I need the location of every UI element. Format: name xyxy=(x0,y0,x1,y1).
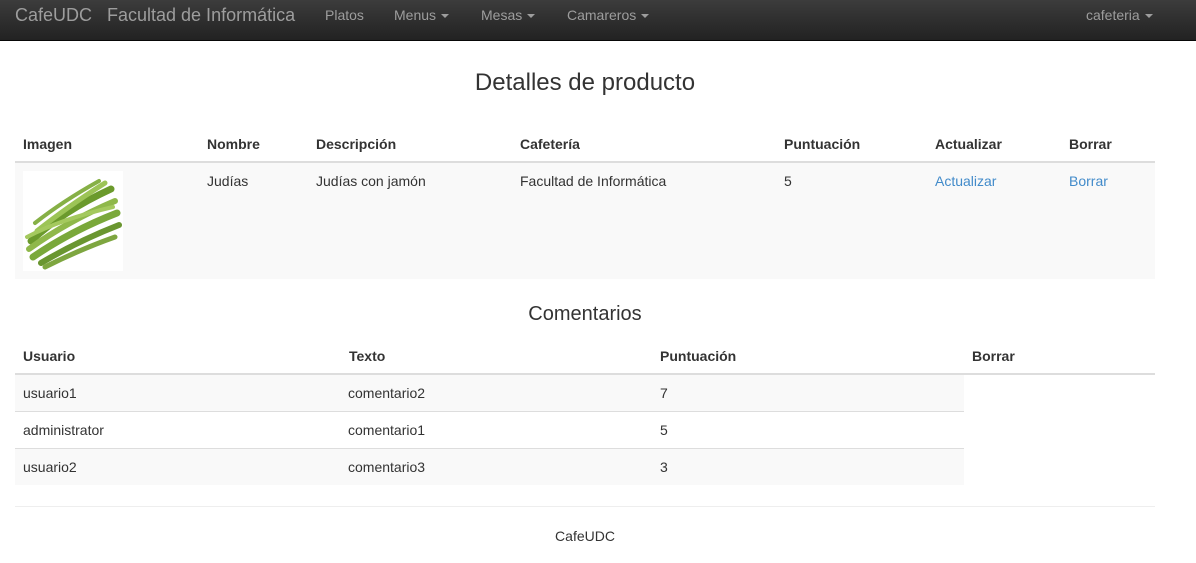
column-header: Puntuación xyxy=(784,136,861,152)
comment-text: comentario2 xyxy=(348,385,426,401)
comments-title: Comentarios xyxy=(528,303,642,325)
column-header: Imagen xyxy=(23,136,73,152)
comment-text: comentario1 xyxy=(348,422,426,438)
update-link[interactable]: Actualizar xyxy=(935,173,996,189)
column-header: Puntuación xyxy=(660,348,737,364)
caret-down-icon xyxy=(1144,14,1153,19)
brand-subtitle[interactable]: Facultad de Informática xyxy=(107,0,295,30)
nav-item-label: Platos xyxy=(325,7,364,23)
column-header: Texto xyxy=(349,348,386,364)
column-header: Borrar xyxy=(972,348,1015,364)
product-score: 5 xyxy=(784,173,792,189)
product-image xyxy=(23,171,123,271)
page-title: Detalles de producto xyxy=(474,69,696,96)
product-name: Judías xyxy=(207,173,249,189)
footer-divider xyxy=(15,506,1155,507)
brand-link[interactable]: CafeUDC xyxy=(15,0,92,30)
comment-score: 5 xyxy=(660,422,668,438)
comment-user: usuario2 xyxy=(23,459,77,475)
footer-text: CafeUDC xyxy=(555,528,615,544)
nav-item-camareros[interactable]: Camareros xyxy=(567,0,650,30)
nav-item-label: Camareros xyxy=(567,7,637,23)
caret-down-icon xyxy=(641,14,650,19)
column-header: Nombre xyxy=(207,136,260,152)
green-beans-icon xyxy=(25,179,122,270)
column-header: Usuario xyxy=(23,348,76,364)
comments-table: Usuario Texto Puntuación Borrar usuario1… xyxy=(15,338,1155,485)
nav-item-platos[interactable]: Platos xyxy=(325,0,364,30)
column-header: Actualizar xyxy=(935,136,1002,152)
nav-item-label: Mesas xyxy=(481,7,523,23)
table-row: usuario2 comentario3 3 xyxy=(15,448,964,485)
table-header: Usuario Texto Puntuación Borrar xyxy=(15,338,1155,375)
comment-score: 7 xyxy=(660,385,668,401)
comment-text: comentario3 xyxy=(348,459,426,475)
comment-user: administrator xyxy=(23,422,104,438)
user-menu-label: cafeteria xyxy=(1086,7,1140,23)
top-navbar: CafeUDC Facultad de Informática Platos M… xyxy=(0,0,1196,41)
table-row: administrator comentario1 5 xyxy=(15,411,964,448)
column-header: Borrar xyxy=(1069,136,1112,152)
caret-down-icon xyxy=(527,14,536,19)
column-header: Cafetería xyxy=(520,136,580,152)
nav-item-mesas[interactable]: Mesas xyxy=(481,0,536,30)
caret-down-icon xyxy=(441,14,450,19)
product-cafeteria: Facultad de Informática xyxy=(520,173,667,189)
table-row: Judías Judías con jamón Facultad de Info… xyxy=(15,163,1155,279)
delete-link[interactable]: Borrar xyxy=(1069,173,1108,189)
nav-item-menus[interactable]: Menus xyxy=(394,0,450,30)
comment-score: 3 xyxy=(660,459,668,475)
table-header: Imagen Nombre Descripción Cafetería Punt… xyxy=(15,126,1155,163)
table-row: usuario1 comentario2 7 xyxy=(15,375,964,411)
product-table: Imagen Nombre Descripción Cafetería Punt… xyxy=(15,126,1155,279)
product-description: Judías con jamón xyxy=(316,173,426,189)
column-header: Descripción xyxy=(316,136,397,152)
comment-user: usuario1 xyxy=(23,385,77,401)
user-menu[interactable]: cafeteria xyxy=(1086,0,1153,30)
nav-item-label: Menus xyxy=(394,7,437,23)
